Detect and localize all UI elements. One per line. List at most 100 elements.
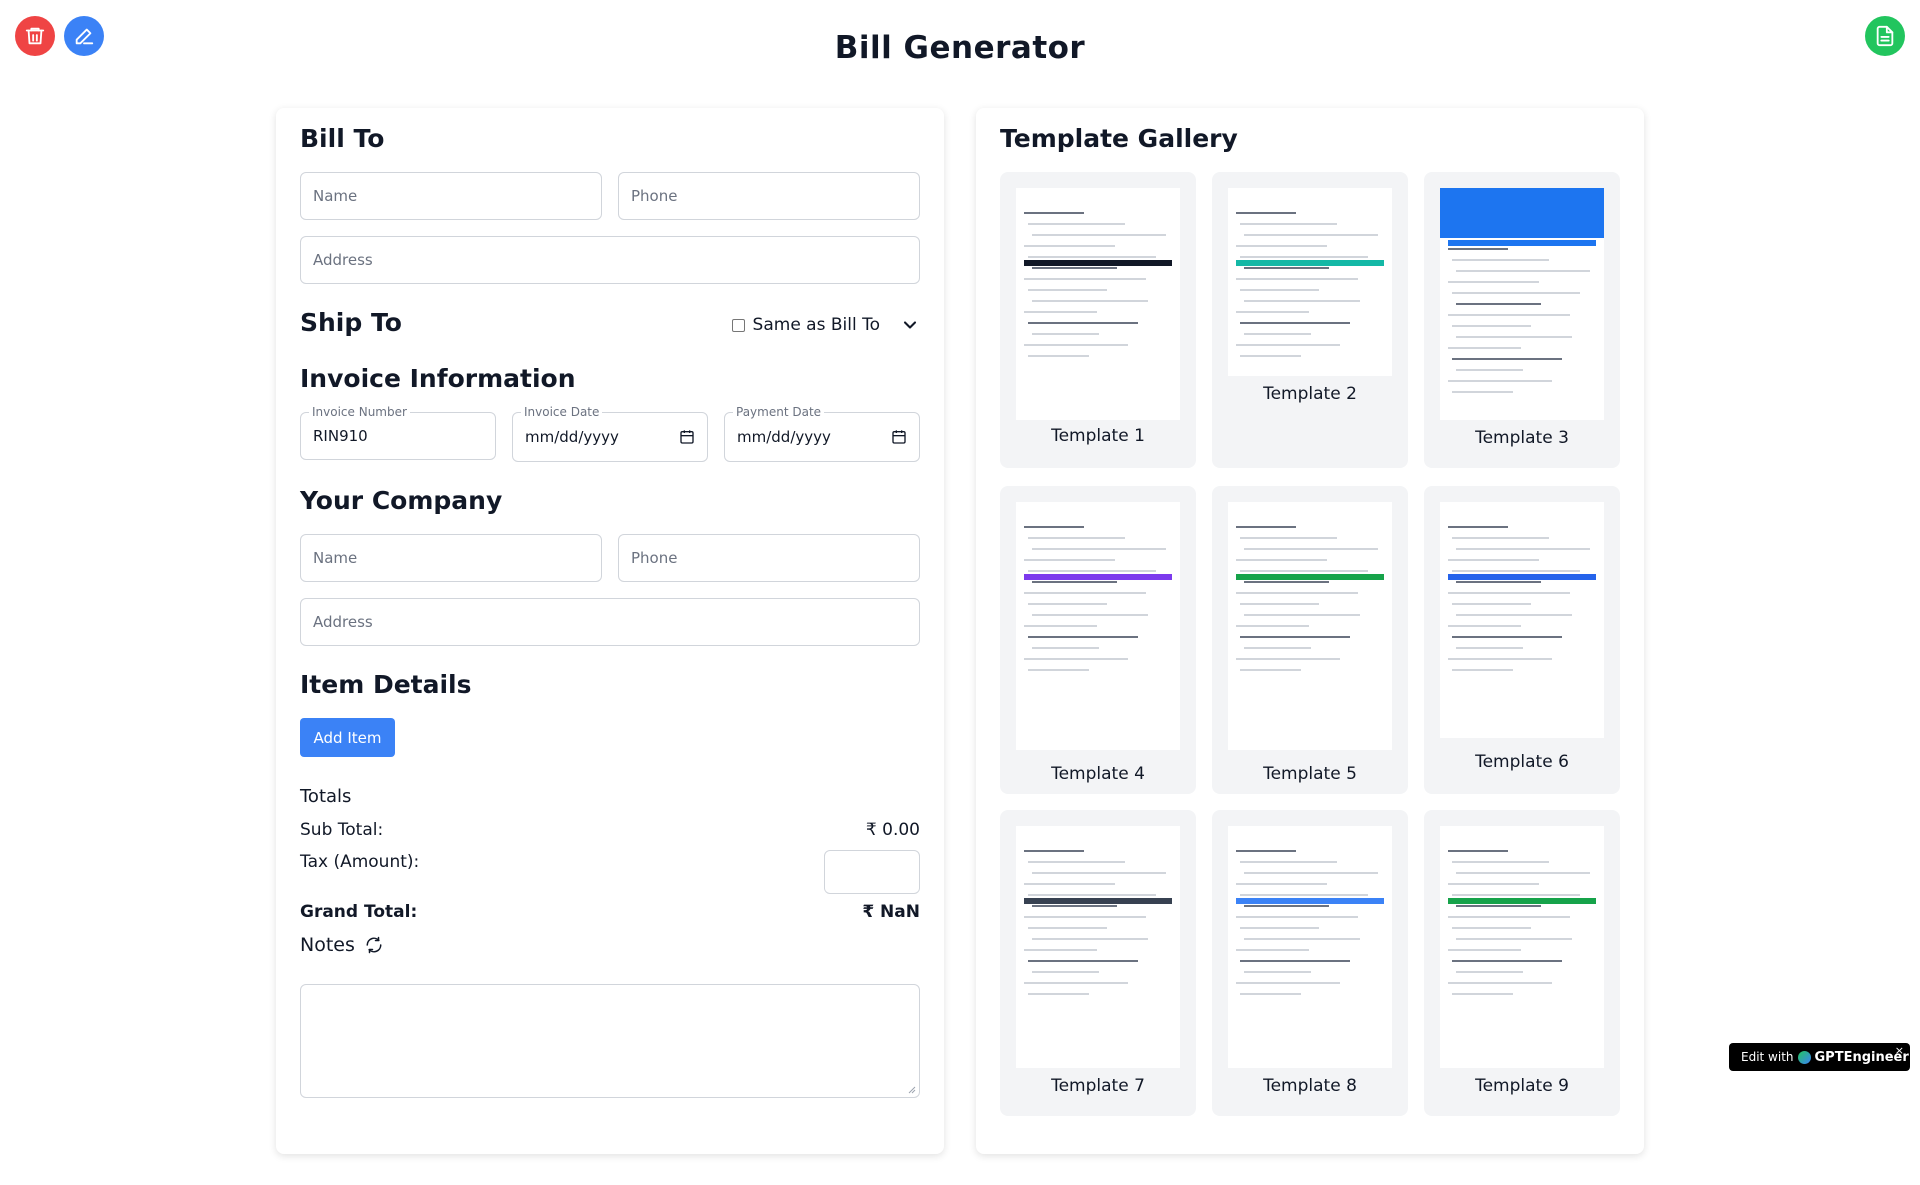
template-thumbnail[interactable] bbox=[1016, 502, 1180, 750]
template-card-4[interactable]: Template 4 bbox=[1000, 486, 1196, 794]
generate-document-button[interactable] bbox=[1865, 16, 1905, 56]
thumbnail-line bbox=[1024, 850, 1084, 852]
company-address-field[interactable] bbox=[300, 598, 920, 646]
bill-to-address-field[interactable] bbox=[300, 236, 920, 284]
thumbnail-line bbox=[1240, 355, 1301, 357]
thumbnail-line bbox=[1236, 526, 1296, 528]
thumbnail-line bbox=[1024, 526, 1084, 528]
invoice-number-value: RIN910 bbox=[313, 427, 368, 445]
template-thumbnail[interactable] bbox=[1440, 188, 1604, 420]
company-name-field[interactable] bbox=[300, 534, 602, 582]
thumbnail-line bbox=[1028, 960, 1138, 962]
company-name-input[interactable] bbox=[313, 549, 589, 567]
thumbnail-line bbox=[1244, 647, 1311, 649]
thumbnail-line bbox=[1244, 614, 1360, 616]
thumbnail-table-header bbox=[1448, 898, 1596, 904]
invoice-date-field[interactable]: Invoice Date mm/dd/yyyy bbox=[512, 405, 708, 462]
template-card-5[interactable]: Template 5 bbox=[1212, 486, 1408, 794]
template-card-7[interactable]: Template 7 bbox=[1000, 810, 1196, 1116]
thumbnail-line bbox=[1028, 861, 1125, 863]
bill-to-address-input[interactable] bbox=[313, 251, 907, 269]
template-thumbnail[interactable] bbox=[1440, 826, 1604, 1068]
calendar-icon[interactable] bbox=[679, 429, 695, 445]
thumbnail-line bbox=[1028, 355, 1089, 357]
thumbnail-line bbox=[1240, 960, 1350, 962]
thumbnail-line bbox=[1032, 300, 1148, 302]
add-item-button[interactable]: Add Item bbox=[300, 718, 395, 757]
badge-close-button[interactable]: × bbox=[1895, 1044, 1904, 1057]
thumbnail-line bbox=[1028, 603, 1107, 605]
thumbnail-line bbox=[1024, 278, 1146, 280]
template-thumbnail[interactable] bbox=[1016, 188, 1180, 420]
template-thumbnail[interactable] bbox=[1228, 502, 1392, 750]
company-phone-field[interactable] bbox=[618, 534, 920, 582]
thumbnail-line bbox=[1456, 614, 1572, 616]
thumbnail-line bbox=[1024, 344, 1128, 346]
thumbnail-line bbox=[1244, 234, 1378, 236]
company-phone-input[interactable] bbox=[631, 549, 907, 567]
template-card-2[interactable]: Template 2 bbox=[1212, 172, 1408, 468]
thumbnail-line bbox=[1448, 916, 1570, 918]
thumbnail-line bbox=[1028, 894, 1156, 896]
thumbnail-line bbox=[1236, 850, 1296, 852]
thumbnail-line bbox=[1448, 982, 1552, 984]
chevron-down-icon[interactable] bbox=[900, 315, 920, 335]
template-thumbnail[interactable] bbox=[1440, 502, 1604, 738]
your-company-title: Your Company bbox=[300, 486, 503, 515]
template-card-8[interactable]: Template 8 bbox=[1212, 810, 1408, 1116]
thumbnail-line bbox=[1452, 669, 1513, 671]
payment-date-field[interactable]: Payment Date mm/dd/yyyy bbox=[724, 405, 920, 462]
same-as-bill-to-label: Same as Bill To bbox=[752, 315, 880, 335]
bill-to-name-field[interactable] bbox=[300, 172, 602, 220]
template-card-6[interactable]: Template 6 bbox=[1424, 486, 1620, 794]
tax-amount-input[interactable] bbox=[824, 850, 920, 894]
bill-to-phone-field[interactable] bbox=[618, 172, 920, 220]
thumbnail-line bbox=[1024, 245, 1115, 247]
invoice-number-field[interactable]: Invoice Number RIN910 bbox=[300, 405, 496, 460]
payment-date-value: mm/dd/yyyy bbox=[737, 428, 831, 446]
thumbnail-line bbox=[1244, 905, 1329, 907]
bill-to-phone-input[interactable] bbox=[631, 187, 907, 205]
thumbnail-line bbox=[1456, 303, 1541, 305]
thumbnail-header-band bbox=[1228, 502, 1392, 520]
template-card-9[interactable]: Template 9 bbox=[1424, 810, 1620, 1116]
grand-total-value: ₹ NaN bbox=[862, 902, 920, 922]
edit-with-badge[interactable]: Edit with GPTEngineer × bbox=[1729, 1043, 1910, 1071]
thumbnail-table-header bbox=[1236, 898, 1384, 904]
thumbnail-line bbox=[1244, 872, 1378, 874]
thumbnail-line bbox=[1240, 256, 1368, 258]
thumbnail-table-header bbox=[1236, 574, 1384, 580]
company-address-input[interactable] bbox=[313, 613, 907, 631]
thumbnail-header-band bbox=[1440, 502, 1604, 520]
thumbnail-line bbox=[1024, 311, 1097, 313]
thumbnail-line bbox=[1236, 916, 1358, 918]
resize-grip-icon[interactable] bbox=[908, 1086, 916, 1094]
notes-textarea[interactable] bbox=[300, 984, 920, 1098]
calendar-icon[interactable] bbox=[891, 429, 907, 445]
thumbnail-line bbox=[1024, 883, 1115, 885]
thumbnail-line bbox=[1032, 971, 1099, 973]
template-thumbnail[interactable] bbox=[1228, 188, 1392, 376]
notes-label: Notes bbox=[300, 934, 355, 956]
page-title: Bill Generator bbox=[834, 30, 1086, 66]
thumbnail-header-band bbox=[1440, 188, 1604, 238]
refresh-icon[interactable] bbox=[365, 936, 383, 954]
thumbnail-line bbox=[1456, 581, 1541, 583]
bill-to-name-input[interactable] bbox=[313, 187, 589, 205]
thumbnail-line bbox=[1236, 949, 1309, 951]
thumbnail-line bbox=[1448, 314, 1570, 316]
thumbnail-line bbox=[1236, 559, 1327, 561]
thumbnail-line bbox=[1448, 281, 1539, 283]
thumbnail-line bbox=[1028, 322, 1138, 324]
same-as-bill-to-checkbox[interactable] bbox=[731, 318, 745, 332]
thumbnail-line bbox=[1028, 636, 1138, 638]
template-thumbnail[interactable] bbox=[1228, 826, 1392, 1068]
thumbnail-table-header bbox=[1024, 260, 1172, 266]
template-thumbnail[interactable] bbox=[1016, 826, 1180, 1068]
thumbnail-line bbox=[1452, 894, 1580, 896]
template-card-3[interactable]: Template 3 bbox=[1424, 172, 1620, 468]
thumbnail-line bbox=[1024, 949, 1097, 951]
template-card-1[interactable]: Template 1 bbox=[1000, 172, 1196, 468]
thumbnail-line bbox=[1244, 581, 1329, 583]
thumbnail-line bbox=[1028, 289, 1107, 291]
